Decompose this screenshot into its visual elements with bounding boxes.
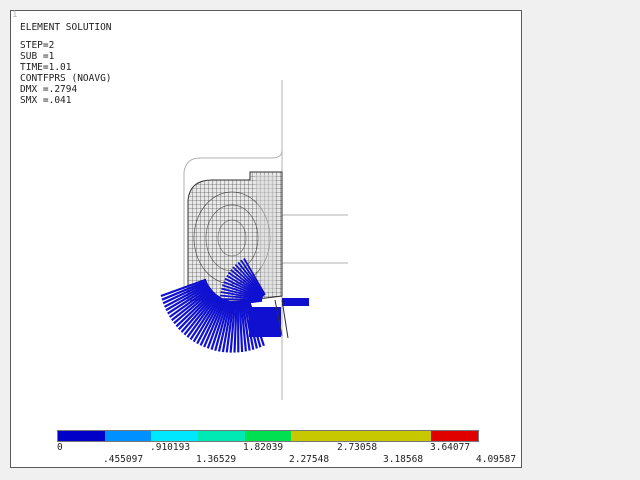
contour-legend-bar — [57, 430, 479, 442]
legend-label-bottom: 2.27548 — [289, 454, 330, 465]
legend-label-top: 1.82039 — [243, 442, 284, 453]
legend-band — [58, 431, 105, 441]
contact-block — [249, 307, 281, 337]
legend-label-bottom: 3.18568 — [383, 454, 424, 465]
legend-label-bottom: .455097 — [103, 454, 144, 465]
contour-plot — [160, 80, 348, 400]
legend-band — [338, 431, 385, 441]
ansys-graphics-window: 1 ELEMENT SOLUTION STEP=2 SUB =1 TIME=1.… — [0, 0, 640, 480]
legend-band — [198, 431, 245, 441]
legend-label-top: .910193 — [150, 442, 191, 453]
legend-band — [151, 431, 199, 441]
legend-label-top: 3.64077 — [430, 442, 471, 453]
legend-label-top: 0 — [57, 442, 63, 453]
legend-band — [244, 431, 292, 441]
legend-label-bottom: 4.09587 — [476, 454, 517, 465]
legend-label-bottom: 1.36529 — [196, 454, 237, 465]
contact-strip — [282, 298, 309, 306]
legend-band — [384, 431, 432, 441]
legend-band — [431, 431, 479, 441]
legend-band — [291, 431, 339, 441]
legend-band — [104, 431, 152, 441]
legend-label-top: 2.73058 — [337, 442, 378, 453]
